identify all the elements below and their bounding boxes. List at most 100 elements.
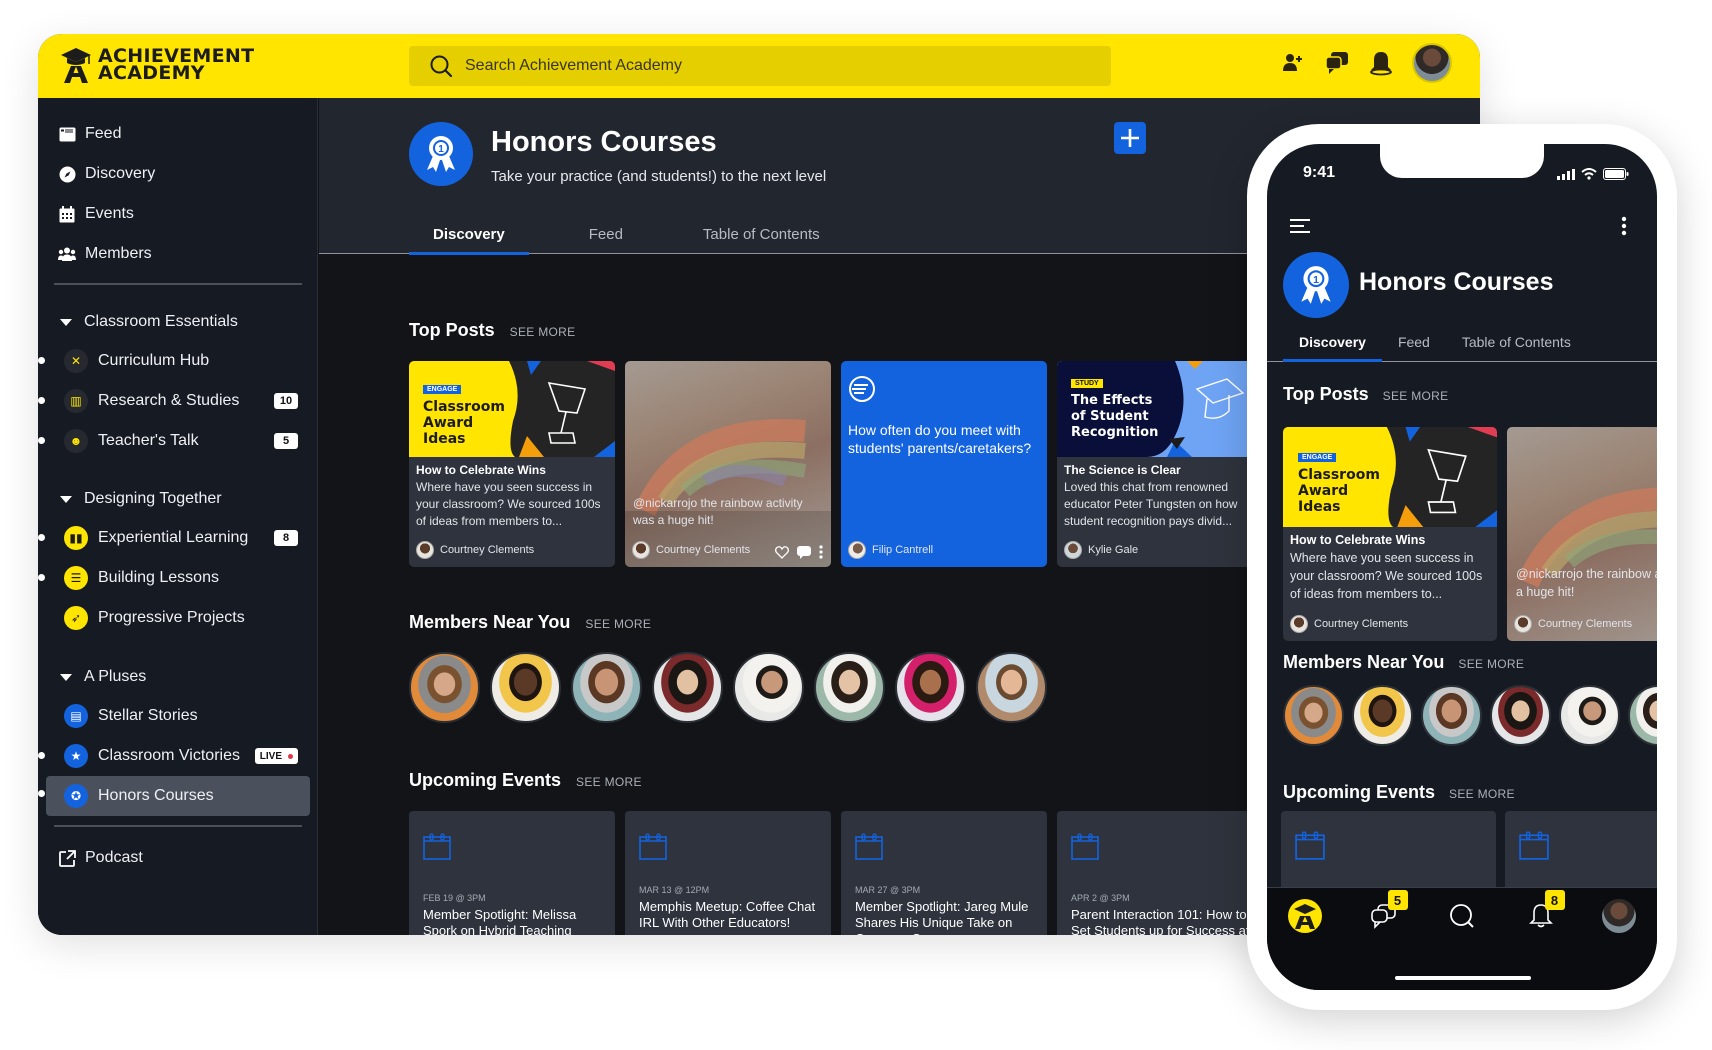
member-avatar[interactable] — [1490, 685, 1551, 746]
post-card[interactable]: @nickarrojo the rainbow activity was a h… — [625, 361, 831, 567]
event-card[interactable]: FEB 19 @ 3PM Member Spotlight: Melissa S… — [409, 811, 615, 935]
member-avatar[interactable] — [652, 652, 723, 723]
mobile-tab-discovery[interactable]: Discovery — [1283, 322, 1382, 362]
post-author[interactable]: Courtney Clements — [416, 541, 534, 559]
member-avatar[interactable] — [895, 652, 966, 723]
group-classroom-essentials[interactable]: Classroom Essentials — [60, 313, 238, 331]
hamburger-menu-button[interactable] — [1289, 218, 1311, 239]
unread-count-badge: 5 — [274, 433, 298, 449]
author-name: Courtney Clements — [1314, 618, 1409, 630]
caret-down-icon — [60, 318, 72, 326]
nav-notifications-button[interactable]: 8 — [1521, 890, 1565, 936]
heart-icon[interactable] — [775, 545, 789, 559]
sidebar-item-progressive-projects[interactable]: ➶ Progressive Projects — [64, 600, 306, 636]
post-card[interactable]: ENGAGE Classroom Award Ideas How to Cele… — [1283, 427, 1497, 641]
sidebar-item-research-studies[interactable]: ▥ Research & Studies 10 — [38, 383, 306, 419]
group-designing-together[interactable]: Designing Together — [60, 490, 222, 508]
sidebar-item-events[interactable]: Events — [58, 202, 134, 226]
academy-logo-icon — [1288, 899, 1322, 933]
unread-indicator — [38, 357, 45, 364]
see-more-link[interactable]: SEE MORE — [1458, 657, 1524, 671]
group-a-pluses[interactable]: A Pluses — [60, 668, 146, 686]
member-avatar[interactable] — [571, 652, 642, 723]
member-avatar[interactable] — [490, 652, 561, 723]
post-author[interactable]: Filip Cantrell — [848, 541, 933, 559]
sidebar-item-classroom-victories[interactable]: ★ Classroom Victories LIVE — [38, 738, 306, 774]
user-avatar[interactable] — [1412, 43, 1452, 83]
section-title: Top Posts — [409, 320, 495, 340]
member-avatar[interactable] — [1559, 685, 1620, 746]
unread-indicator — [38, 752, 45, 759]
member-avatar[interactable] — [1628, 685, 1657, 746]
user-avatar — [1602, 899, 1636, 933]
post-author[interactable]: Kylie Gale — [1064, 541, 1138, 559]
space-label: Honors Courses — [98, 787, 214, 804]
mobile-bottom-nav: 5 8 — [1267, 887, 1657, 990]
mobile-members-header: Members Near You SEE MORE — [1283, 652, 1524, 673]
post-card[interactable]: STUDY The Effects of Student Recognition… — [1057, 361, 1263, 567]
nav-messages-button[interactable]: 5 — [1364, 890, 1408, 936]
event-card[interactable]: MAR 13 @ 12PM Memphis Meetup: Coffee Cha… — [625, 811, 831, 935]
see-more-link[interactable]: SEE MORE — [576, 775, 642, 789]
post-author[interactable]: Courtney Clements — [632, 541, 750, 559]
sidebar-item-building-lessons[interactable]: ☰ Building Lessons — [38, 560, 306, 596]
sidebar-item-members[interactable]: Members — [58, 242, 152, 266]
post-card[interactable]: How often do you meet with students' par… — [841, 361, 1047, 567]
page-title: Honors Courses — [491, 126, 717, 158]
sidebar-item-honors-courses[interactable]: ✪ Honors Courses — [38, 776, 310, 816]
add-member-button[interactable] — [1280, 50, 1306, 76]
notifications-button[interactable] — [1368, 50, 1394, 76]
sidebar-item-podcast[interactable]: Podcast — [58, 846, 143, 870]
events-header: Upcoming Events SEE MORE — [409, 770, 642, 791]
sidebar-divider — [54, 283, 302, 285]
section-title: Members Near You — [1283, 652, 1445, 672]
event-title: Member Spotlight: Jareg Mule Shares His … — [855, 899, 1029, 935]
tab-table-of-contents[interactable]: Table of Contents — [679, 214, 844, 254]
sidebar-item-label: Discovery — [85, 165, 156, 182]
search-input[interactable] — [465, 57, 1065, 75]
tab-feed[interactable]: Feed — [565, 214, 647, 254]
mobile-tab-feed[interactable]: Feed — [1382, 322, 1446, 361]
member-avatar[interactable] — [1283, 685, 1344, 746]
sidebar-item-experiential-learning[interactable]: ▮▮ Experiential Learning 8 — [38, 520, 306, 556]
see-more-link[interactable]: SEE MORE — [510, 325, 576, 339]
app-logo[interactable]: ACHIEVEMENT ACADEMY — [60, 46, 254, 84]
member-avatar[interactable] — [409, 652, 480, 723]
add-button[interactable] — [1114, 122, 1146, 154]
member-avatar[interactable] — [733, 652, 804, 723]
section-title: Top Posts — [1283, 384, 1369, 404]
sidebar-item-teachers-talk[interactable]: ☻ Teacher's Talk 5 — [38, 423, 306, 459]
post-author[interactable]: Courtney Clements — [1290, 615, 1408, 633]
tab-discovery[interactable]: Discovery — [409, 214, 529, 255]
nav-home-button[interactable] — [1285, 896, 1325, 936]
see-more-link[interactable]: SEE MORE — [1383, 389, 1449, 403]
author-avatar — [632, 541, 650, 559]
event-card[interactable]: MAR 27 @ 3PM Member Spotlight: Jareg Mul… — [841, 811, 1047, 935]
post-image: ENGAGE Classroom Award Ideas — [1283, 427, 1497, 527]
sidebar-item-stellar-stories[interactable]: ▤ Stellar Stories — [64, 698, 306, 734]
member-avatar[interactable] — [814, 652, 885, 723]
nav-profile-button[interactable] — [1599, 896, 1639, 936]
event-card[interactable]: APR 2 @ 3PM Parent Interaction 101: How … — [1057, 811, 1263, 935]
space-tabs: Discovery Feed Table of Contents — [409, 214, 844, 255]
more-vertical-icon[interactable] — [819, 545, 823, 559]
member-avatar[interactable] — [1352, 685, 1413, 746]
sidebar-item-discovery[interactable]: Discovery — [58, 162, 155, 186]
search-bar[interactable] — [409, 46, 1111, 86]
post-caption: @nickarrojo the rainbow activity was a h… — [633, 496, 803, 527]
post-author[interactable]: Courtney Clements — [1514, 615, 1632, 633]
see-more-link[interactable]: SEE MORE — [585, 617, 651, 631]
mobile-tab-table-of-contents[interactable]: Table of Contents — [1446, 322, 1587, 361]
post-card[interactable]: @nickarrojo the rainbow activity was a h… — [1507, 427, 1657, 641]
unread-indicator — [38, 790, 45, 797]
member-avatar[interactable] — [1421, 685, 1482, 746]
sidebar-item-curriculum-hub[interactable]: ✕ Curriculum Hub — [38, 343, 306, 379]
messages-button[interactable] — [1324, 50, 1350, 76]
member-avatar[interactable] — [976, 652, 1047, 723]
post-card[interactable]: ENGAGE Classroom Award Ideas How to Cele… — [409, 361, 615, 567]
see-more-link[interactable]: SEE MORE — [1449, 787, 1515, 801]
sidebar-item-feed[interactable]: Feed — [58, 122, 121, 146]
comment-icon[interactable] — [797, 545, 811, 559]
more-options-button[interactable] — [1621, 216, 1627, 241]
nav-search-button[interactable] — [1442, 896, 1482, 936]
